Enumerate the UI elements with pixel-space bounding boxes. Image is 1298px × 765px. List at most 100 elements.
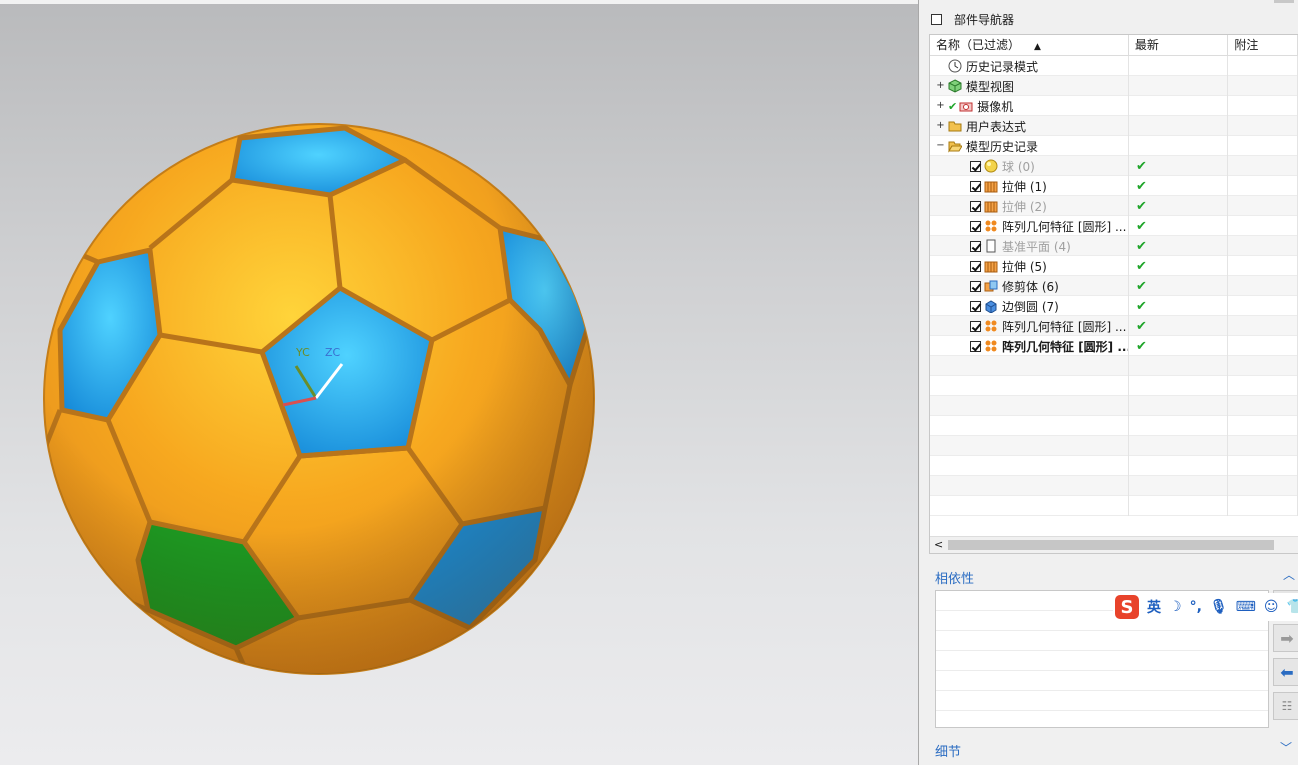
feature-visibility-checkbox[interactable] — [970, 320, 981, 332]
arrow-left-icon: ⬅ — [1280, 662, 1294, 682]
tree-node-label: 基准平面 (4) — [1002, 239, 1071, 254]
note-cell — [1228, 56, 1298, 76]
expand-down-icon[interactable]: ﹀ — [1280, 739, 1292, 756]
column-note[interactable]: 附注 — [1228, 35, 1298, 55]
scroll-left-icon[interactable]: < — [934, 538, 943, 551]
feature-visibility-checkbox[interactable] — [970, 240, 981, 252]
latest-cell — [1129, 116, 1229, 136]
moon-icon[interactable]: ☽ — [1169, 599, 1182, 615]
dependencies-title[interactable]: 相依性 — [935, 568, 974, 587]
sogou-logo-icon[interactable]: S — [1115, 595, 1139, 619]
feature-visibility-checkbox[interactable] — [970, 200, 981, 212]
latest-cell: ✔ — [1129, 196, 1229, 216]
latest-cell — [1129, 96, 1229, 116]
latest-check-icon: ✔ — [1136, 338, 1147, 354]
expand-toggle-icon[interactable]: − — [936, 141, 945, 151]
ime-toolbar[interactable]: S 英 ☽ °, 🎙 ⌨ ☺ 👕 — [1113, 593, 1298, 621]
tree-node-label: 阵列几何特征 [圆形] ... — [1002, 319, 1127, 334]
tree-node[interactable]: − 模型历史记录 — [930, 136, 1298, 156]
feature-row[interactable]: 阵列几何特征 [圆形] ... ✔ — [930, 216, 1298, 236]
empty-row — [930, 496, 1298, 516]
triad-yc-label: YC — [295, 346, 310, 359]
tree-list-icon: ☷ — [1281, 699, 1293, 713]
note-cell — [1228, 156, 1298, 176]
feature-row[interactable]: 边倒圆 (7) ✔ — [930, 296, 1298, 316]
soccer-ball-model[interactable]: YC ZC — [0, 0, 918, 765]
user-icon[interactable]: ☺ — [1264, 599, 1279, 615]
feature-row[interactable]: 基准平面 (4) ✔ — [930, 236, 1298, 256]
graphics-viewport[interactable]: YC ZC — [0, 0, 918, 765]
extrude-icon — [984, 199, 998, 213]
tree-rows: 历史记录模式 + 模型视图 + ✔ 摄像机 + 用户表达式 − 模型历史记录球 (0) ✔ 拉伸 (1… — [930, 56, 1298, 516]
dep-previous-button[interactable]: ⬅ — [1273, 658, 1298, 686]
tree-header: 名称（已过滤） ▲ 最新 附注 — [930, 35, 1298, 56]
extrude-icon — [984, 259, 998, 273]
folder-icon — [948, 119, 962, 133]
details-title[interactable]: 细节 — [935, 741, 961, 760]
column-latest[interactable]: 最新 — [1129, 35, 1229, 55]
tree-node[interactable]: 历史记录模式 — [930, 56, 1298, 76]
punctuation-icon[interactable]: °, — [1190, 599, 1202, 615]
pattern-icon — [984, 339, 998, 353]
feature-row[interactable]: 拉伸 (1) ✔ — [930, 176, 1298, 196]
latest-cell: ✔ — [1129, 296, 1229, 316]
latest-cell: ✔ — [1129, 276, 1229, 296]
dep-tree-button[interactable]: ☷ — [1273, 692, 1298, 720]
feature-visibility-checkbox[interactable] — [970, 260, 981, 272]
tree-node-label: 模型视图 — [966, 79, 1015, 94]
edge-blend-icon — [984, 299, 998, 314]
feature-visibility-checkbox[interactable] — [970, 280, 981, 292]
navigator-title[interactable]: 部件导航器 — [931, 9, 1014, 29]
folder-open-icon — [948, 139, 963, 153]
note-cell — [1228, 176, 1298, 196]
feature-row[interactable]: 拉伸 (5) ✔ — [930, 256, 1298, 276]
datum-plane-icon — [984, 239, 998, 253]
collapse-up-icon[interactable]: ︿ — [1283, 566, 1295, 583]
note-cell — [1228, 296, 1298, 316]
tree-node[interactable]: + ✔ 摄像机 — [930, 96, 1298, 116]
scroll-thumb[interactable] — [948, 540, 1274, 550]
latest-cell: ✔ — [1129, 236, 1229, 256]
ime-language-toggle[interactable]: 英 — [1147, 597, 1161, 617]
feature-visibility-checkbox[interactable] — [970, 340, 981, 352]
empty-row — [930, 456, 1298, 476]
pattern-icon — [984, 219, 998, 233]
empty-row — [930, 396, 1298, 416]
triad-zc-label: ZC — [325, 346, 341, 359]
navigator-tree[interactable]: 名称（已过滤） ▲ 最新 附注 历史记录模式 + 模型视图 + ✔ 摄像机 + 用户表达式 − 模型… — [929, 34, 1298, 554]
feature-visibility-checkbox[interactable] — [970, 180, 981, 192]
expand-toggle-icon[interactable]: + — [936, 101, 945, 111]
feature-row[interactable]: 阵列几何特征 [圆形] ... ✔ — [930, 316, 1298, 336]
tree-node[interactable]: + 用户表达式 — [930, 116, 1298, 136]
latest-check-icon: ✔ — [1136, 298, 1147, 314]
pin-checkbox-icon[interactable] — [931, 13, 942, 25]
latest-cell — [1129, 56, 1229, 76]
expand-toggle-icon[interactable]: + — [936, 121, 945, 131]
empty-row — [930, 416, 1298, 436]
clock-icon — [948, 59, 962, 73]
latest-cell — [1129, 76, 1229, 96]
keyboard-icon[interactable]: ⌨ — [1236, 599, 1256, 615]
feature-row[interactable]: 球 (0) ✔ — [930, 156, 1298, 176]
tree-horizontal-scrollbar[interactable]: < — [930, 536, 1298, 553]
trim-body-icon — [984, 279, 998, 293]
note-cell — [1228, 336, 1298, 356]
dep-next-button[interactable]: ➡ — [1273, 624, 1298, 652]
feature-visibility-checkbox[interactable] — [970, 160, 981, 172]
sphere-icon — [984, 159, 998, 173]
part-navigator-panel: 部件导航器 名称（已过滤） ▲ 最新 附注 历史记录模式 + 模型视图 + ✔ 摄像机 + 用户… — [918, 0, 1298, 765]
expand-toggle-icon[interactable]: + — [936, 81, 945, 91]
feature-row[interactable]: 拉伸 (2) ✔ — [930, 196, 1298, 216]
feature-visibility-checkbox[interactable] — [970, 300, 981, 312]
feature-row[interactable]: 阵列几何特征 [圆形] ... ✔ — [930, 336, 1298, 356]
sort-ascending-icon: ▲ — [1034, 42, 1041, 52]
feature-visibility-checkbox[interactable] — [970, 220, 981, 232]
panel-top-button[interactable] — [1274, 0, 1294, 3]
empty-row — [930, 436, 1298, 456]
feature-row[interactable]: 修剪体 (6) ✔ — [930, 276, 1298, 296]
column-name[interactable]: 名称（已过滤） ▲ — [930, 35, 1129, 55]
microphone-icon[interactable]: 🎙 — [1210, 599, 1228, 615]
latest-cell: ✔ — [1129, 336, 1229, 356]
tree-node[interactable]: + 模型视图 — [930, 76, 1298, 96]
shirt-icon[interactable]: 👕 — [1287, 599, 1298, 615]
